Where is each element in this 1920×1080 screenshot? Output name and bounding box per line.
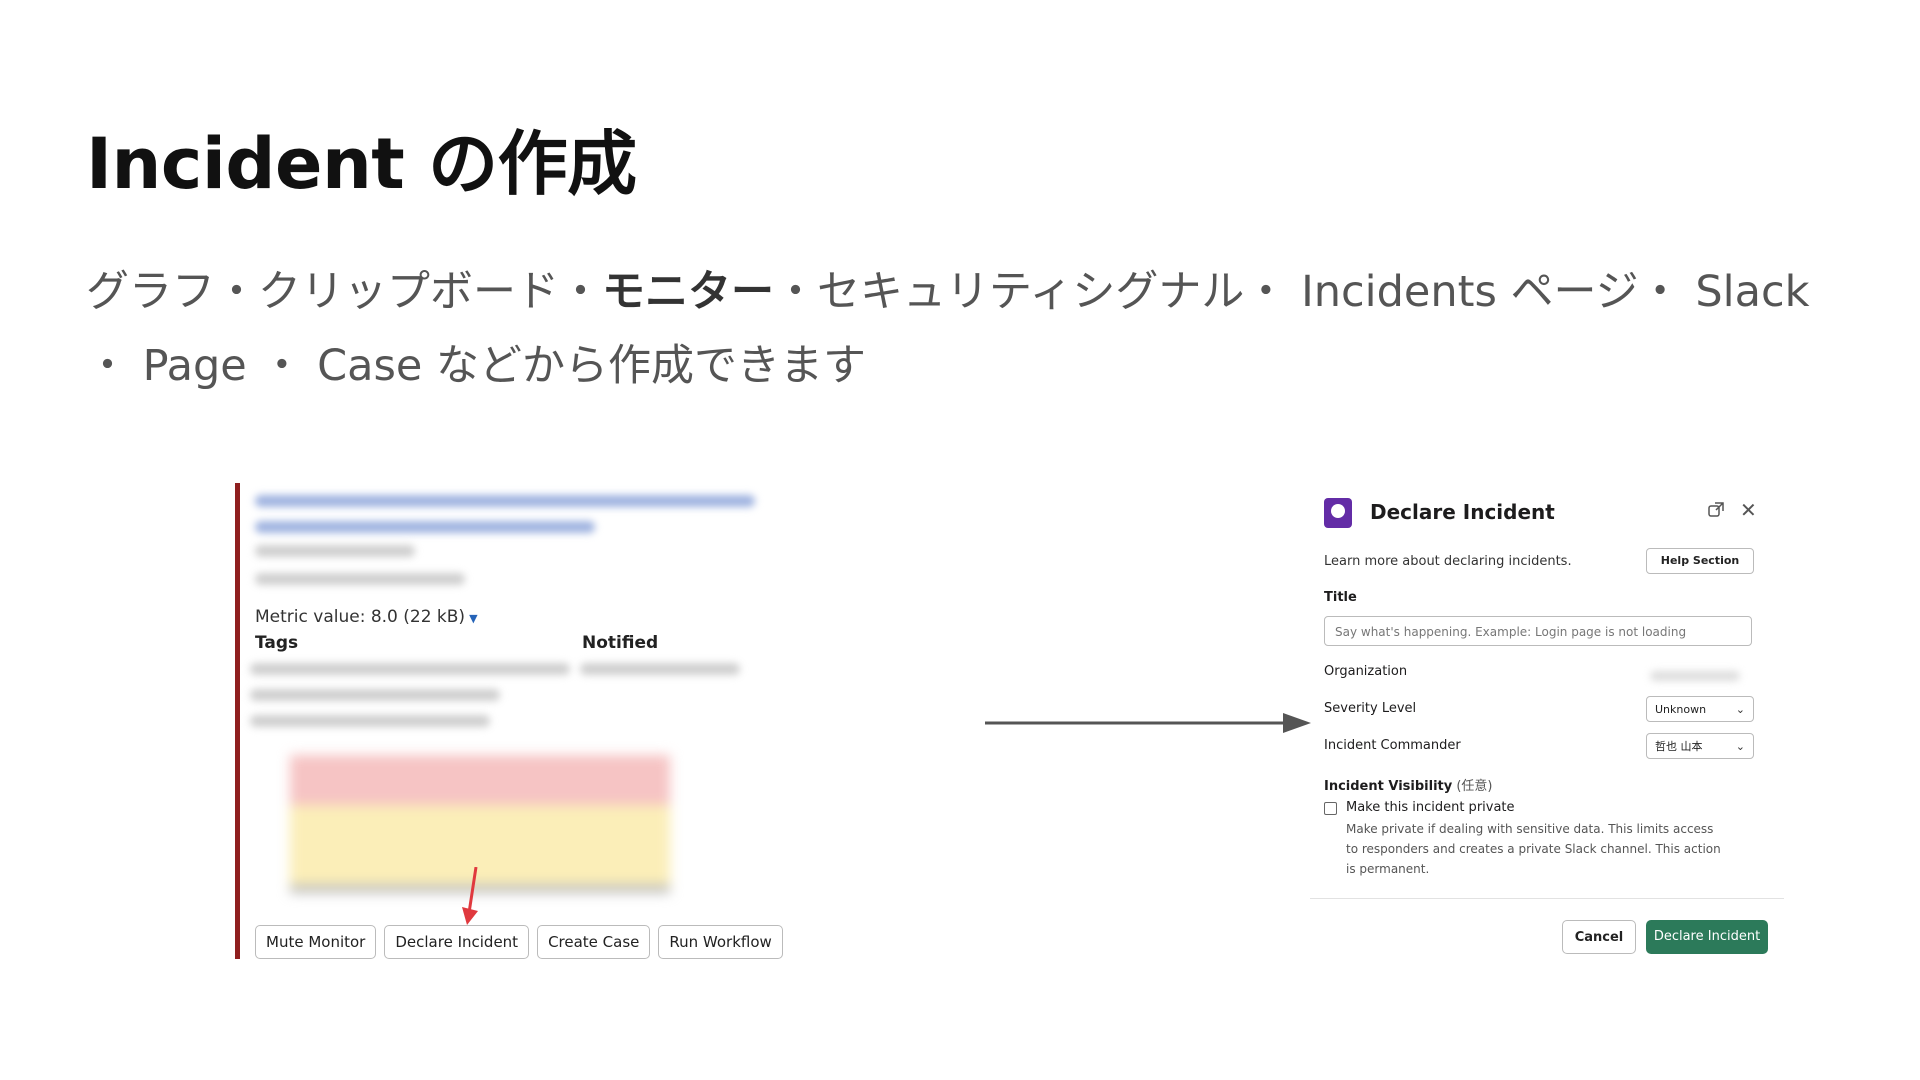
monitor-status-bar xyxy=(235,483,240,959)
declare-incident-modal: Declare Incident ✕ Learn more about decl… xyxy=(1310,480,1784,960)
create-case-button[interactable]: Create Case xyxy=(537,925,651,959)
page-subtitle: グラフ・クリップボード・モニター・セキュリティシグナル・ Incidents ペ… xyxy=(86,255,1856,403)
blurred-text xyxy=(255,545,415,557)
help-section-button[interactable]: Help Section xyxy=(1646,548,1754,574)
blurred-text xyxy=(250,689,500,701)
declare-incident-submit-button[interactable]: Declare Incident xyxy=(1646,920,1768,954)
organization-label: Organization xyxy=(1324,664,1408,679)
blurred-text xyxy=(255,521,595,533)
modal-title: Declare Incident xyxy=(1370,500,1555,524)
severity-select[interactable]: Unknown ⌄ xyxy=(1646,696,1754,722)
chevron-down-icon: ⌄ xyxy=(1735,703,1745,716)
page-title: Incident の作成 xyxy=(86,123,637,205)
blurred-text xyxy=(580,663,740,675)
metric-value-label: Metric value: 8.0 (22 kB) xyxy=(255,607,466,627)
notified-header: Notified xyxy=(582,633,659,653)
learn-more-text: Learn more about declaring incidents. xyxy=(1324,554,1572,569)
flow-arrow-icon xyxy=(985,713,1311,733)
severity-value: Unknown xyxy=(1655,703,1707,716)
subtitle-emphasis: モニター xyxy=(602,267,774,317)
subtitle-text-1: グラフ・クリップボード・ xyxy=(86,267,602,317)
run-workflow-button[interactable]: Run Workflow xyxy=(658,925,783,959)
mute-monitor-button[interactable]: Mute Monitor xyxy=(255,925,377,959)
chevron-down-icon: ⌄ xyxy=(1735,740,1745,753)
declare-incident-button[interactable]: Declare Incident xyxy=(384,925,530,959)
blurred-text xyxy=(250,715,490,727)
title-field-label: Title xyxy=(1324,590,1357,605)
monitor-action-buttons: Mute Monitor Declare Incident Create Cas… xyxy=(255,925,783,959)
private-checkbox-label: Make this incident private xyxy=(1346,800,1515,815)
pointer-arrow-icon xyxy=(462,867,478,925)
metric-value: Metric value: 8.0 (22 kB) ▼ xyxy=(255,607,478,627)
commander-value: 哲也 山本 xyxy=(1655,740,1703,753)
blurred-text xyxy=(255,495,755,507)
commander-select[interactable]: 哲也 山本 ⌄ xyxy=(1646,733,1754,759)
visibility-optional: (任意) xyxy=(1456,779,1493,794)
title-input[interactable]: Say what's happening. Example: Login pag… xyxy=(1324,616,1752,646)
datadog-logo-icon xyxy=(1324,498,1352,528)
open-in-new-window-icon[interactable] xyxy=(1708,502,1724,518)
caret-down-icon[interactable]: ▼ xyxy=(469,612,477,625)
commander-label: Incident Commander xyxy=(1324,738,1461,753)
private-checkbox[interactable] xyxy=(1324,802,1337,815)
severity-label: Severity Level xyxy=(1324,701,1417,716)
cancel-button[interactable]: Cancel xyxy=(1562,920,1636,954)
monitor-notification-card: Metric value: 8.0 (22 kB) ▼ Tags Notified… xyxy=(235,483,935,963)
close-icon[interactable]: ✕ xyxy=(1740,498,1757,522)
footer-divider xyxy=(1310,898,1784,899)
private-description: Make private if dealing with sensitive d… xyxy=(1346,822,1721,876)
tags-header: Tags xyxy=(255,633,299,653)
visibility-label-text: Incident Visibility xyxy=(1324,779,1453,794)
organization-value-blurred xyxy=(1650,671,1740,681)
graph-critical-band xyxy=(290,755,670,805)
blurred-text xyxy=(250,663,570,675)
visibility-label: Incident Visibility (任意) xyxy=(1324,775,1493,794)
blurred-text xyxy=(255,573,465,585)
